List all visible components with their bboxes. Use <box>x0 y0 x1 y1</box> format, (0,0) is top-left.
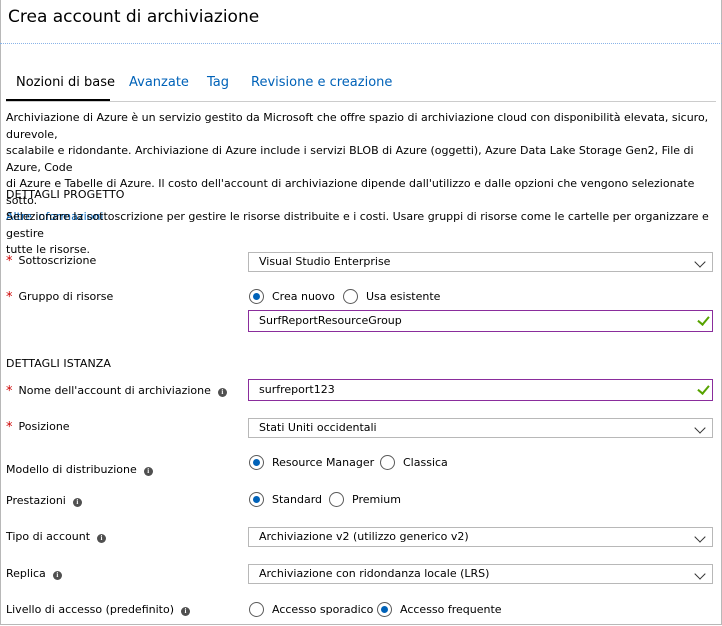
radio-label: Resource Manager <box>272 456 375 469</box>
location-label: * Posizione <box>6 419 70 435</box>
required-asterisk: * <box>6 420 13 435</box>
subscription-label: * Sottoscrizione <box>6 253 97 269</box>
location-dropdown[interactable]: Stati Uniti occidentali <box>248 418 713 438</box>
intro-line: scalabile e ridondante. Archiviazione di… <box>6 144 694 174</box>
radio-crea-nuovo[interactable]: Crea nuovo <box>249 289 335 304</box>
required-asterisk: * <box>6 384 13 399</box>
radio-label: Crea nuovo <box>272 290 335 303</box>
subscription-label-text: Sottoscrizione <box>18 254 97 267</box>
intro-line: Archiviazione di Azure è un servizio ges… <box>6 111 709 141</box>
project-description-line: Selezionare la sottoscrizione per gestir… <box>6 210 709 240</box>
access-tier-label: Livello di accesso (predefinito) i <box>6 603 190 616</box>
subscription-dropdown[interactable]: Visual Studio Enterprise <box>248 252 713 272</box>
required-asterisk: * <box>6 290 13 305</box>
replication-label: Replica i <box>6 567 62 580</box>
account-name-label-text: Nome dell'account di archiviazione <box>18 384 211 397</box>
instance-details-heading: DETTAGLI ISTANZA <box>6 357 112 370</box>
subscription-value: Visual Studio Enterprise <box>259 255 391 268</box>
location-value: Stati Uniti occidentali <box>259 421 377 434</box>
info-icon[interactable]: i <box>52 571 62 580</box>
radio-label: Accesso frequente <box>400 603 502 616</box>
replication-label-text: Replica <box>6 567 46 580</box>
replication-value: Archiviazione con ridondanza locale (LRS… <box>259 567 490 580</box>
radio-unselected-icon <box>249 602 264 617</box>
tab-tag[interactable]: Tag <box>207 75 229 90</box>
radio-unselected-icon <box>343 289 358 304</box>
info-icon[interactable]: i <box>97 534 107 543</box>
resource-group-label-text: Gruppo di risorse <box>18 290 114 303</box>
tab-nozioni-di-base[interactable]: Nozioni di base <box>16 75 115 90</box>
chevron-down-icon <box>694 422 706 434</box>
radio-label: Accesso sporadico <box>272 603 374 616</box>
radio-accesso-sporadico[interactable]: Accesso sporadico <box>249 602 373 617</box>
checkmark-icon <box>697 382 710 395</box>
account-kind-label-text: Tipo di account <box>6 530 91 543</box>
deployment-model-label-text: Modello di distribuzione <box>6 463 137 476</box>
access-tier-label-text: Livello di accesso (predefinito) <box>6 603 174 616</box>
location-label-text: Posizione <box>18 420 70 433</box>
radio-classica[interactable]: Classica <box>380 455 448 470</box>
deployment-model-label: Modello di distribuzione i <box>6 463 153 476</box>
radio-label: Premium <box>352 493 401 506</box>
radio-usa-esistente[interactable]: Usa esistente <box>343 289 440 304</box>
radio-label: Usa esistente <box>366 290 441 303</box>
chevron-down-icon <box>694 531 706 543</box>
checkmark-icon <box>697 313 710 326</box>
radio-selected-icon <box>377 602 392 617</box>
resource-group-name-input[interactable]: SurfReportResourceGroup <box>248 310 713 332</box>
radio-premium[interactable]: Premium <box>329 492 401 507</box>
account-name-label: * Nome dell'account di archiviazione i <box>6 383 227 399</box>
account-kind-dropdown[interactable]: Archiviazione v2 (utilizzo generico v2) <box>248 527 713 547</box>
tab-avanzate[interactable]: Avanzate <box>129 75 189 90</box>
resource-group-label: * Gruppo di risorse <box>6 289 114 305</box>
info-icon[interactable]: i <box>217 388 227 397</box>
title-divider <box>0 43 722 44</box>
resource-group-name-value: SurfReportResourceGroup <box>259 314 402 327</box>
page-title: Crea account di archiviazione <box>8 7 260 27</box>
radio-label: Classica <box>403 456 448 469</box>
tabs-divider <box>6 101 716 102</box>
radio-selected-icon <box>249 289 264 304</box>
radio-label: Standard <box>272 493 323 506</box>
info-icon[interactable]: i <box>181 607 190 616</box>
account-kind-value: Archiviazione v2 (utilizzo generico v2) <box>259 530 469 543</box>
account-name-value: surfreport123 <box>259 383 335 396</box>
chevron-down-icon <box>694 256 706 268</box>
tab-revisione-e-creazione[interactable]: Revisione e creazione <box>251 75 392 90</box>
project-details-heading: DETTAGLI PROGETTO <box>6 188 125 201</box>
performance-label-text: Prestazioni <box>6 494 66 507</box>
required-asterisk: * <box>6 254 13 269</box>
replication-dropdown[interactable]: Archiviazione con ridondanza locale (LRS… <box>248 564 713 584</box>
info-icon[interactable]: i <box>143 467 153 476</box>
chevron-down-icon <box>694 568 706 580</box>
radio-selected-icon <box>249 492 264 507</box>
radio-selected-icon <box>249 455 264 470</box>
account-name-input[interactable]: surfreport123 <box>248 379 713 401</box>
account-kind-label: Tipo di account i <box>6 530 107 543</box>
radio-resource-manager[interactable]: Resource Manager <box>249 455 374 470</box>
performance-label: Prestazioni i <box>6 494 82 507</box>
radio-standard[interactable]: Standard <box>249 492 322 507</box>
info-icon[interactable]: i <box>72 498 82 507</box>
radio-accesso-frequente[interactable]: Accesso frequente <box>377 602 502 617</box>
radio-unselected-icon <box>380 455 395 470</box>
radio-unselected-icon <box>329 492 344 507</box>
